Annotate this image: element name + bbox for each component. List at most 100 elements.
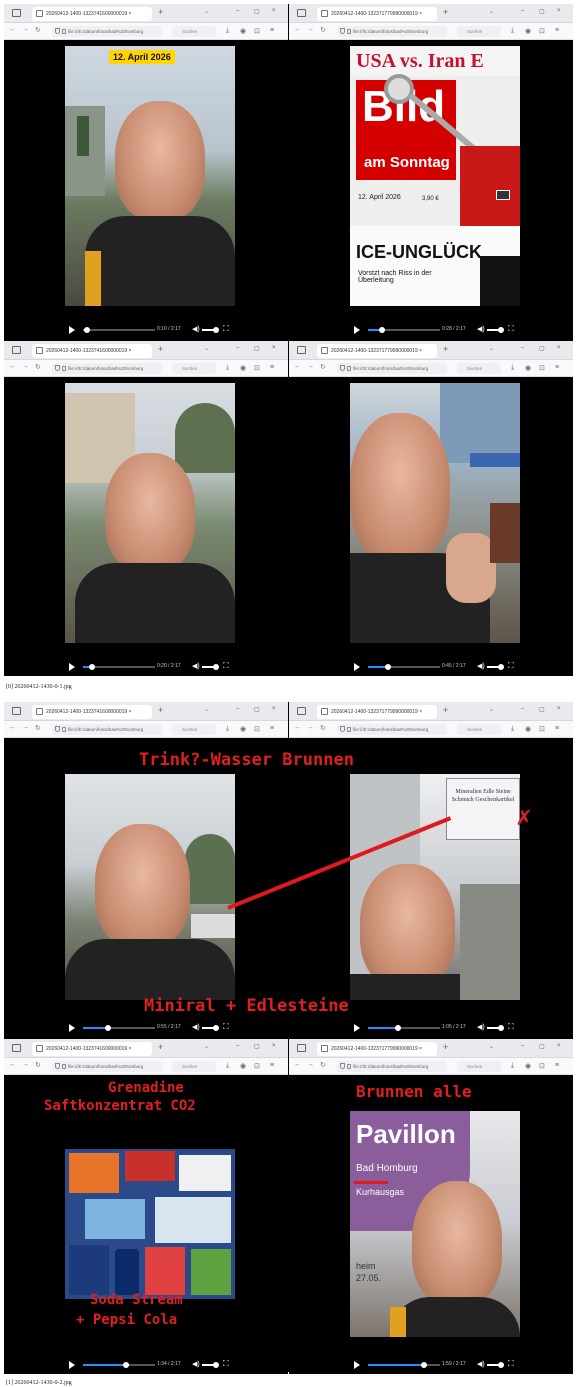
extensions-icon[interactable]: ⊡ <box>254 1062 260 1070</box>
chevron-down-icon[interactable]: ⌄ <box>204 345 209 352</box>
video-player[interactable]: Mineralien Edle Steine Schmuck Geschenka… <box>289 738 573 1037</box>
play-icon[interactable] <box>69 1024 75 1032</box>
volume-thumb[interactable] <box>498 1025 504 1031</box>
video-player[interactable]: 0:55 / 2:17 ◀) ⛶ <box>4 738 288 1037</box>
search-input[interactable]: Suchen <box>172 1061 216 1072</box>
browser-tab[interactable]: 20260412-1400-132371779990000019 × <box>317 705 437 719</box>
search-input[interactable]: Suchen <box>172 724 216 735</box>
menu-icon[interactable]: ≡ <box>555 725 559 732</box>
account-icon[interactable]: ◉ <box>525 364 531 372</box>
fullscreen-icon[interactable]: ⛶ <box>508 324 514 334</box>
browser-tab[interactable]: 20260412-1400-1323741600000019 × <box>32 1042 152 1056</box>
extensions-icon[interactable]: ⊡ <box>254 364 260 372</box>
video-player[interactable]: 0:45 / 2:17 ◀) ⛶ <box>289 377 573 676</box>
forward-icon[interactable]: → <box>22 363 29 370</box>
account-icon[interactable]: ◉ <box>240 1062 246 1070</box>
seek-bar[interactable] <box>83 664 155 670</box>
seek-bar[interactable] <box>368 1025 440 1031</box>
browser-tab[interactable]: 20260412-1400-1323741600000019 × <box>32 344 152 358</box>
maximize-button[interactable]: ▢ <box>254 706 260 713</box>
minimize-button[interactable]: – <box>521 1043 524 1049</box>
reload-icon[interactable]: ↻ <box>35 363 41 371</box>
close-button[interactable]: × <box>272 8 276 14</box>
browser-tab[interactable]: 20260412-1400-132371779990000019 × <box>317 7 437 21</box>
download-icon[interactable]: ⤓ <box>511 364 514 372</box>
back-icon[interactable]: ← <box>294 363 301 370</box>
volume-icon[interactable]: ◀) <box>192 1023 200 1031</box>
minimize-button[interactable]: – <box>236 1043 239 1049</box>
back-icon[interactable]: ← <box>9 26 16 33</box>
volume-thumb[interactable] <box>213 327 219 333</box>
volume-thumb[interactable] <box>498 664 504 670</box>
url-bar[interactable]: file:///E:/datum/fotos/bad%20homburg <box>52 1061 162 1072</box>
seek-thumb[interactable] <box>84 327 91 333</box>
seek-bar[interactable] <box>368 664 440 670</box>
download-icon[interactable]: ⤓ <box>511 27 514 35</box>
sidebar-icon[interactable] <box>297 1044 306 1052</box>
back-icon[interactable]: ← <box>9 724 16 731</box>
play-icon[interactable] <box>354 1024 360 1032</box>
search-input[interactable]: Suchen <box>457 1061 501 1072</box>
url-bar[interactable]: file:///E:/datum/fotos/bad%20homburg <box>337 1061 447 1072</box>
fullscreen-icon[interactable]: ⛶ <box>508 1022 514 1032</box>
seek-thumb[interactable] <box>395 1025 402 1031</box>
extensions-icon[interactable]: ⊡ <box>254 27 260 35</box>
fullscreen-icon[interactable]: ⛶ <box>508 661 514 671</box>
play-icon[interactable] <box>69 1361 75 1369</box>
sidebar-icon[interactable] <box>12 346 21 354</box>
maximize-button[interactable]: ▢ <box>539 8 545 15</box>
search-input[interactable]: Suchen <box>172 363 216 374</box>
fullscreen-icon[interactable]: ⛶ <box>223 1022 229 1032</box>
reload-icon[interactable]: ↻ <box>35 1061 41 1069</box>
account-icon[interactable]: ◉ <box>525 27 531 35</box>
seek-thumb[interactable] <box>385 664 392 670</box>
minimize-button[interactable]: – <box>521 8 524 14</box>
menu-icon[interactable]: ≡ <box>555 1062 559 1069</box>
play-icon[interactable] <box>69 326 75 334</box>
url-bar[interactable]: file:///E:/datum/fotos/bad%20homburg <box>337 363 447 374</box>
menu-icon[interactable]: ≡ <box>555 27 559 34</box>
extensions-icon[interactable]: ⊡ <box>254 725 260 733</box>
fullscreen-icon[interactable]: ⛶ <box>223 324 229 334</box>
fullscreen-icon[interactable]: ⛶ <box>223 1359 229 1369</box>
forward-icon[interactable]: → <box>22 1061 29 1068</box>
reload-icon[interactable]: ↻ <box>35 724 41 732</box>
menu-icon[interactable]: ≡ <box>270 1062 274 1069</box>
forward-icon[interactable]: → <box>22 724 29 731</box>
browser-tab[interactable]: 20260412-1400-132371779990000019 × <box>317 1042 437 1056</box>
play-icon[interactable] <box>354 1361 360 1369</box>
volume-thumb[interactable] <box>498 327 504 333</box>
new-tab-button[interactable]: + <box>158 1042 163 1052</box>
sidebar-icon[interactable] <box>297 707 306 715</box>
maximize-button[interactable]: ▢ <box>254 1043 260 1050</box>
sidebar-icon[interactable] <box>12 707 21 715</box>
reload-icon[interactable]: ↻ <box>35 26 41 34</box>
download-icon[interactable]: ⤓ <box>511 1062 514 1070</box>
volume-thumb[interactable] <box>213 1025 219 1031</box>
sidebar-icon[interactable] <box>297 346 306 354</box>
volume-thumb[interactable] <box>213 1362 219 1368</box>
account-icon[interactable]: ◉ <box>240 27 246 35</box>
play-icon[interactable] <box>69 663 75 671</box>
new-tab-button[interactable]: + <box>158 344 163 354</box>
seek-thumb[interactable] <box>421 1362 428 1368</box>
browser-tab[interactable]: 20260412-1400-1323741600000019 × <box>32 7 152 21</box>
new-tab-button[interactable]: + <box>443 705 448 715</box>
new-tab-button[interactable]: + <box>158 7 163 17</box>
download-icon[interactable]: ⤓ <box>511 725 514 733</box>
video-player[interactable]: USA vs. Iran E Bild am Sonntag 12. April… <box>289 40 573 339</box>
search-input[interactable]: Suchen <box>457 724 501 735</box>
forward-icon[interactable]: → <box>22 26 29 33</box>
download-icon[interactable]: ⤓ <box>226 27 229 35</box>
chevron-down-icon[interactable]: ⌄ <box>489 345 494 352</box>
volume-icon[interactable]: ◀) <box>192 325 200 333</box>
minimize-button[interactable]: – <box>236 345 239 351</box>
minimize-button[interactable]: – <box>236 8 239 14</box>
sidebar-icon[interactable] <box>297 9 306 17</box>
search-input[interactable]: Suchen <box>457 363 501 374</box>
seek-thumb[interactable] <box>88 664 95 670</box>
back-icon[interactable]: ← <box>294 26 301 33</box>
close-button[interactable]: × <box>272 1043 276 1049</box>
extensions-icon[interactable]: ⊡ <box>539 27 545 35</box>
seek-thumb[interactable] <box>379 327 386 333</box>
